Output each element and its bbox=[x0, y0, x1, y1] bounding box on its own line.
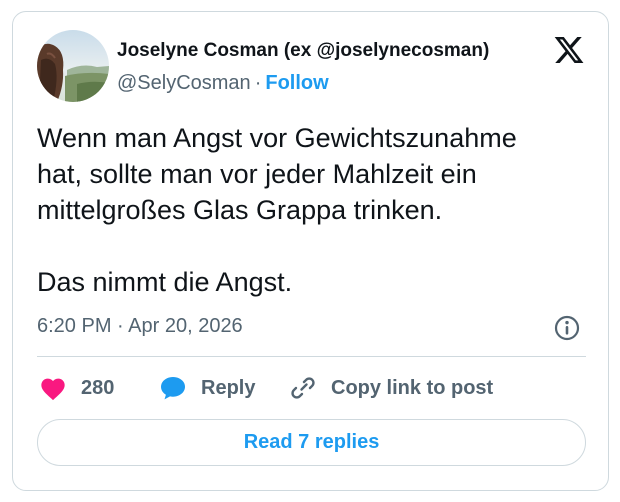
copy-link-label: Copy link to post bbox=[331, 376, 494, 399]
avatar[interactable] bbox=[37, 30, 109, 102]
tweet-text-line: hat, sollte man vor jeder Mahlzeit ein bbox=[37, 159, 477, 189]
separator-dot: · bbox=[254, 72, 262, 94]
like-button[interactable]: 280 bbox=[39, 374, 114, 402]
speech-bubble-icon bbox=[161, 377, 185, 400]
tweet-text-line: Wenn man Angst vor Gewichtszunahme bbox=[37, 123, 517, 153]
copy-link-button[interactable]: Copy link to post bbox=[289, 374, 493, 402]
tweet-text-line: mittelgroßes Glas Grappa trinken. bbox=[37, 195, 443, 225]
link-icon bbox=[291, 377, 315, 399]
like-count: 280 bbox=[81, 376, 115, 399]
x-logo-icon[interactable] bbox=[553, 34, 585, 66]
author-handle[interactable]: @SelyCosman bbox=[117, 72, 251, 94]
reply-label: Reply bbox=[201, 376, 256, 399]
tweet-card: Joselyne Cosman (ex @joselynecosman) @Se… bbox=[12, 11, 609, 491]
read-replies-button[interactable]: Read 7 replies bbox=[37, 419, 586, 466]
author-handle-row: @SelyCosman · Follow bbox=[117, 72, 329, 95]
follow-button[interactable]: Follow bbox=[265, 72, 328, 94]
info-icon[interactable] bbox=[553, 314, 581, 342]
avatar-photo bbox=[37, 30, 109, 102]
author-name[interactable]: Joselyne Cosman (ex @joselynecosman) bbox=[117, 40, 489, 62]
tweet-timestamp[interactable]: 6:20 PM · Apr 20, 2026 bbox=[37, 315, 243, 338]
heart-icon bbox=[41, 378, 65, 401]
tweet-text: Wenn man Angst vor Gewichtszunahme hat, … bbox=[37, 120, 597, 300]
divider bbox=[37, 356, 586, 357]
tweet-text-line: Das nimmt die Angst. bbox=[37, 267, 293, 297]
reply-button[interactable]: Reply bbox=[159, 374, 255, 402]
